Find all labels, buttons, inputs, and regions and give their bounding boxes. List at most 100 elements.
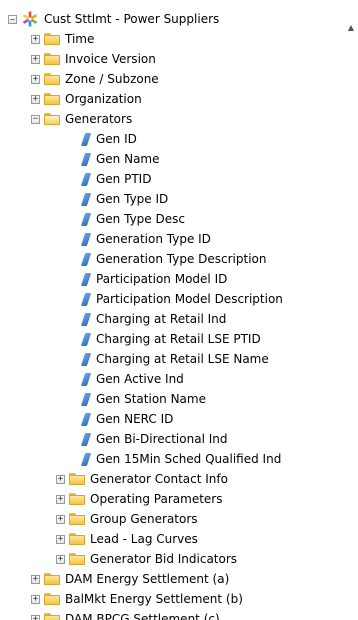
tree-attribute-item[interactable]: Gen Type Desc	[80, 209, 185, 229]
attribute-label: Charging at Retail LSE PTID	[96, 332, 261, 346]
tree-folder-group-generators[interactable]: + Group Generators	[56, 509, 198, 529]
expand-icon[interactable]: +	[31, 54, 40, 64]
tree-folder-label: DAM Energy Settlement (a)	[65, 572, 230, 586]
folder-icon	[69, 533, 85, 545]
tree-folder-lead-lag-curves[interactable]: + Lead - Lag Curves	[56, 529, 198, 549]
tree-attribute-item[interactable]: Participation Model Description	[80, 289, 283, 309]
attribute-leaf-icon	[80, 232, 92, 246]
tree-folder-invoice-version[interactable]: + Invoice Version	[31, 49, 156, 69]
attribute-label: Gen NERC ID	[96, 412, 174, 426]
tree-folder-label: Invoice Version	[65, 52, 156, 66]
tree-attribute-item[interactable]: Gen PTID	[80, 169, 152, 189]
attribute-label: Charging at Retail Ind	[96, 312, 227, 326]
expand-icon[interactable]: +	[31, 614, 40, 620]
folder-icon	[69, 493, 85, 505]
folder-icon	[69, 513, 85, 525]
scroll-up-arrow-icon[interactable]: ▲	[348, 24, 354, 32]
attribute-leaf-icon	[80, 312, 92, 326]
tree-folder-time[interactable]: + Time	[31, 29, 94, 49]
vertical-scrollbar[interactable]: ▲	[344, 0, 358, 620]
folder-icon	[44, 73, 60, 85]
tree-attribute-item[interactable]: Gen Name	[80, 149, 160, 169]
tree-attribute-item[interactable]: Generation Type ID	[80, 229, 211, 249]
attribute-label: Gen Station Name	[96, 392, 206, 406]
folder-icon	[44, 93, 60, 105]
tree-attribute-item[interactable]: Gen Active Ind	[80, 369, 184, 389]
attribute-label: Gen 15Min Sched Qualified Ind	[96, 452, 282, 466]
tree-folder-dam-bpcg-settlement[interactable]: + DAM BPCG Settlement (c)	[31, 609, 220, 620]
expand-icon[interactable]: +	[56, 534, 65, 544]
folder-icon	[44, 53, 60, 65]
tree-folder-label: BalMkt Energy Settlement (b)	[65, 592, 243, 606]
attribute-label: Gen ID	[96, 132, 137, 146]
tree-folder-organization[interactable]: + Organization	[31, 89, 142, 109]
attribute-leaf-icon	[80, 172, 92, 186]
attribute-label: Generation Type ID	[96, 232, 211, 246]
expand-icon[interactable]: +	[31, 74, 40, 84]
collapse-root-icon[interactable]: −	[8, 14, 17, 24]
attribute-label: Gen Active Ind	[96, 372, 184, 386]
tree-folder-zone-subzone[interactable]: + Zone / Subzone	[31, 69, 159, 89]
folder-icon	[69, 553, 85, 565]
attribute-leaf-icon	[80, 272, 92, 286]
folder-icon	[44, 33, 60, 45]
attribute-leaf-icon	[80, 152, 92, 166]
tree-folder-label: Generators	[65, 112, 133, 126]
attribute-leaf-icon	[80, 412, 92, 426]
folder-open-icon	[44, 113, 60, 125]
tree-attribute-item[interactable]: Charging at Retail LSE Name	[80, 349, 269, 369]
tree-folder-balmkt-energy-settlement[interactable]: + BalMkt Energy Settlement (b)	[31, 589, 243, 609]
expand-icon[interactable]: +	[31, 594, 40, 604]
sparkle-cube-icon	[21, 11, 39, 27]
folder-icon	[44, 573, 60, 585]
expand-icon[interactable]: +	[31, 94, 40, 104]
object-tree: − Cust Sttlmt - Power Suppliers + Time +	[0, 0, 344, 620]
tree-folder-generators[interactable]: − Generators	[31, 109, 132, 129]
tree-folder-generator-contact-info[interactable]: + Generator Contact Info	[56, 469, 228, 489]
tree-attribute-item[interactable]: Generation Type Description	[80, 249, 267, 269]
attribute-label: Generation Type Description	[96, 252, 267, 266]
expand-icon[interactable]: +	[56, 514, 65, 524]
tree-attribute-item[interactable]: Charging at Retail LSE PTID	[80, 329, 261, 349]
expand-icon[interactable]: +	[56, 494, 65, 504]
expand-icon[interactable]: +	[31, 34, 40, 44]
tree-attribute-item[interactable]: Gen NERC ID	[80, 409, 174, 429]
tree-folder-label: Lead - Lag Curves	[90, 532, 198, 546]
tree-folder-label: Organization	[65, 92, 142, 106]
expand-icon[interactable]: +	[31, 574, 40, 584]
tree-folder-operating-parameters[interactable]: + Operating Parameters	[56, 489, 223, 509]
tree-root-node[interactable]: − Cust Sttlmt - Power Suppliers	[8, 9, 219, 29]
tree-attribute-item[interactable]: Gen 15Min Sched Qualified Ind	[80, 449, 282, 469]
attribute-leaf-icon	[80, 212, 92, 226]
folder-icon	[44, 593, 60, 605]
tree-attribute-item[interactable]: Gen Type ID	[80, 189, 168, 209]
attribute-label: Participation Model Description	[96, 292, 283, 306]
tree-folder-label: Generator Contact Info	[90, 472, 228, 486]
folder-icon	[69, 473, 85, 485]
attribute-leaf-icon	[80, 292, 92, 306]
collapse-icon[interactable]: −	[31, 114, 40, 124]
tree-folder-dam-energy-settlement[interactable]: + DAM Energy Settlement (a)	[31, 569, 229, 589]
tree-attribute-item[interactable]: Gen Station Name	[80, 389, 206, 409]
attribute-leaf-icon	[80, 352, 92, 366]
tree-root-label: Cust Sttlmt - Power Suppliers	[44, 12, 220, 26]
attribute-leaf-icon	[80, 372, 92, 386]
tree-attribute-item[interactable]: Gen ID	[80, 129, 137, 149]
attribute-leaf-icon	[80, 252, 92, 266]
tree-attribute-item[interactable]: Charging at Retail Ind	[80, 309, 227, 329]
expand-icon[interactable]: +	[56, 474, 65, 484]
attribute-label: Gen PTID	[96, 172, 152, 186]
attribute-label: Gen Name	[96, 152, 160, 166]
tree-folder-generator-bid-indicators[interactable]: + Generator Bid Indicators	[56, 549, 237, 569]
attribute-label: Gen Type Desc	[96, 212, 185, 226]
tree-folder-label: DAM BPCG Settlement (c)	[65, 612, 220, 620]
tree-folder-label: Generator Bid Indicators	[90, 552, 238, 566]
tree-attribute-item[interactable]: Gen Bi-Directional Ind	[80, 429, 228, 449]
attribute-leaf-icon	[80, 392, 92, 406]
attribute-label: Gen Bi-Directional Ind	[96, 432, 228, 446]
tree-attribute-item[interactable]: Participation Model ID	[80, 269, 228, 289]
attribute-leaf-icon	[80, 192, 92, 206]
folder-icon	[44, 613, 60, 620]
expand-icon[interactable]: +	[56, 554, 65, 564]
attribute-label: Participation Model ID	[96, 272, 228, 286]
